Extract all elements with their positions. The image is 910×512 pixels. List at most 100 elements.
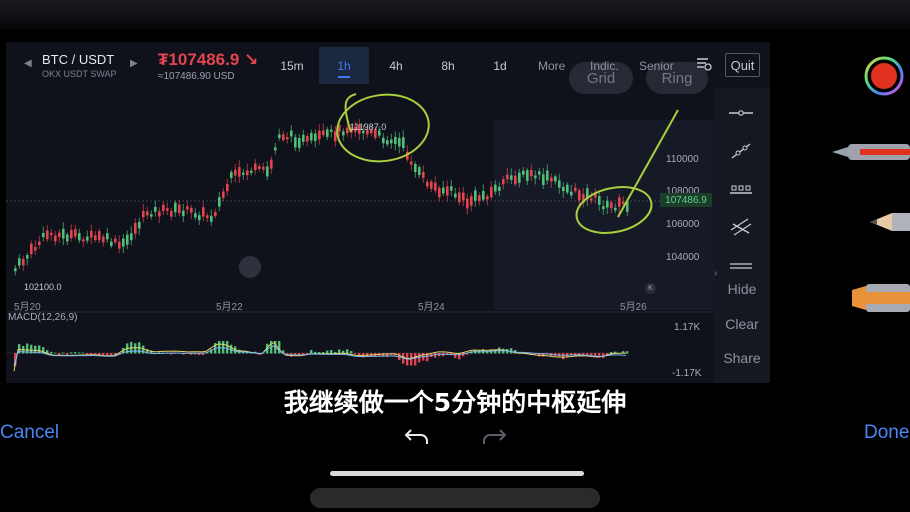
candle-body <box>462 192 465 201</box>
candle-body <box>98 231 101 241</box>
candle-body <box>502 178 505 185</box>
candle-body <box>614 207 617 211</box>
candle-body <box>246 170 249 176</box>
candle-body <box>170 211 173 217</box>
candle-body <box>266 166 269 177</box>
macd-bar <box>354 353 357 354</box>
candle-body <box>58 232 61 237</box>
candle-body <box>482 191 485 200</box>
candle-body <box>422 172 425 178</box>
macd-dea-line <box>13 345 627 367</box>
trend-line-tool-icon[interactable] <box>726 140 756 162</box>
horizontal-line-tool-icon[interactable] <box>726 102 756 124</box>
candle-body <box>342 131 345 136</box>
macd-bar <box>626 351 629 354</box>
toolbar-expand-icon[interactable]: › <box>714 268 717 279</box>
candle-body <box>466 198 469 209</box>
macd-bar <box>82 352 85 354</box>
marker-tool-icon[interactable] <box>830 278 910 318</box>
macd-label: MACD(12,26,9) <box>8 312 78 323</box>
candle-body <box>546 170 549 181</box>
candle-body <box>522 170 525 175</box>
candle-body <box>138 221 141 229</box>
candle-body <box>514 175 517 185</box>
candle-body <box>498 186 501 191</box>
candle-body <box>274 147 277 151</box>
candle-body <box>174 202 177 213</box>
ring-mode-button[interactable]: Ring <box>646 62 708 94</box>
candle-body <box>34 247 37 251</box>
color-picker-icon[interactable] <box>864 56 904 96</box>
candle-body <box>290 130 293 137</box>
home-indicator <box>330 471 584 476</box>
candle-body <box>558 180 561 188</box>
undo-icon[interactable] <box>403 424 431 446</box>
candle-body <box>214 211 217 217</box>
redo-icon[interactable] <box>480 424 508 446</box>
date-label: 5月20 <box>14 302 41 313</box>
pencil-tool-icon[interactable] <box>830 202 910 242</box>
date-label: 5月22 <box>216 302 243 313</box>
candle-body <box>446 186 449 196</box>
candle-body <box>590 198 593 201</box>
candle-body <box>182 210 185 217</box>
candle-body <box>438 187 441 198</box>
macd-bar <box>310 349 313 354</box>
candle-body <box>234 169 237 176</box>
top-status-bar <box>0 0 910 30</box>
price-range-tool-icon[interactable] <box>726 178 756 200</box>
chart-window: ◀ BTC / USDT OKX USDT SWAP ▶ ₮107486.9 ↘… <box>6 42 770 383</box>
candle-body <box>26 255 29 259</box>
high-price-label: 111987.0 <box>350 122 387 132</box>
candle-body <box>150 214 153 217</box>
candle-body <box>570 191 573 196</box>
candle-body <box>222 191 225 198</box>
macd-bar <box>50 351 53 354</box>
macd-bar <box>562 353 565 360</box>
candle-body <box>250 170 253 173</box>
grid-mode-button[interactable]: Grid <box>569 62 633 94</box>
candle-body <box>42 233 45 238</box>
candle-body <box>474 190 477 201</box>
share-button[interactable]: Share <box>714 350 770 366</box>
candle-body <box>158 211 161 217</box>
candle-body <box>418 167 421 176</box>
video-subtitle: 我继续做一个5分钟的中枢延伸 <box>283 388 627 417</box>
candle-body <box>526 170 529 181</box>
parallel-channel-tool-icon[interactable] <box>726 216 756 238</box>
candle-body <box>494 184 497 192</box>
cancel-button[interactable]: Cancel <box>0 422 59 444</box>
hide-button[interactable]: Hide <box>714 281 770 297</box>
done-button[interactable]: Done <box>864 422 909 444</box>
candle-body <box>50 232 53 236</box>
macd-bar <box>346 349 349 354</box>
candle-body <box>574 187 577 192</box>
candle-body <box>386 140 389 145</box>
candle-body <box>578 190 581 201</box>
macd-bar <box>314 351 317 354</box>
candle-body <box>318 130 321 140</box>
candle-body <box>598 196 601 205</box>
candle-body <box>306 136 309 142</box>
candle-body <box>518 172 521 183</box>
macd-bar <box>226 341 229 354</box>
candle-body <box>282 134 285 140</box>
macd-bar <box>54 352 57 354</box>
candle-body <box>114 238 117 243</box>
candle-body <box>566 184 569 193</box>
kline-marker-icon[interactable]: K <box>645 283 656 294</box>
candle-body <box>294 137 297 148</box>
candlestick-chart[interactable] <box>6 42 770 383</box>
candle-body <box>30 243 33 255</box>
candle-body <box>286 136 289 140</box>
candle-body <box>178 204 181 214</box>
candle-body <box>458 192 461 203</box>
candle-body <box>298 138 301 148</box>
date-label: 5月24 <box>418 302 445 313</box>
candle-body <box>554 176 557 182</box>
candle-body <box>62 228 65 239</box>
clear-button[interactable]: Clear <box>714 316 770 332</box>
macd-dif-line <box>13 341 627 372</box>
pen-tool-icon[interactable] <box>830 132 910 172</box>
more-tools-icon[interactable] <box>726 254 756 276</box>
